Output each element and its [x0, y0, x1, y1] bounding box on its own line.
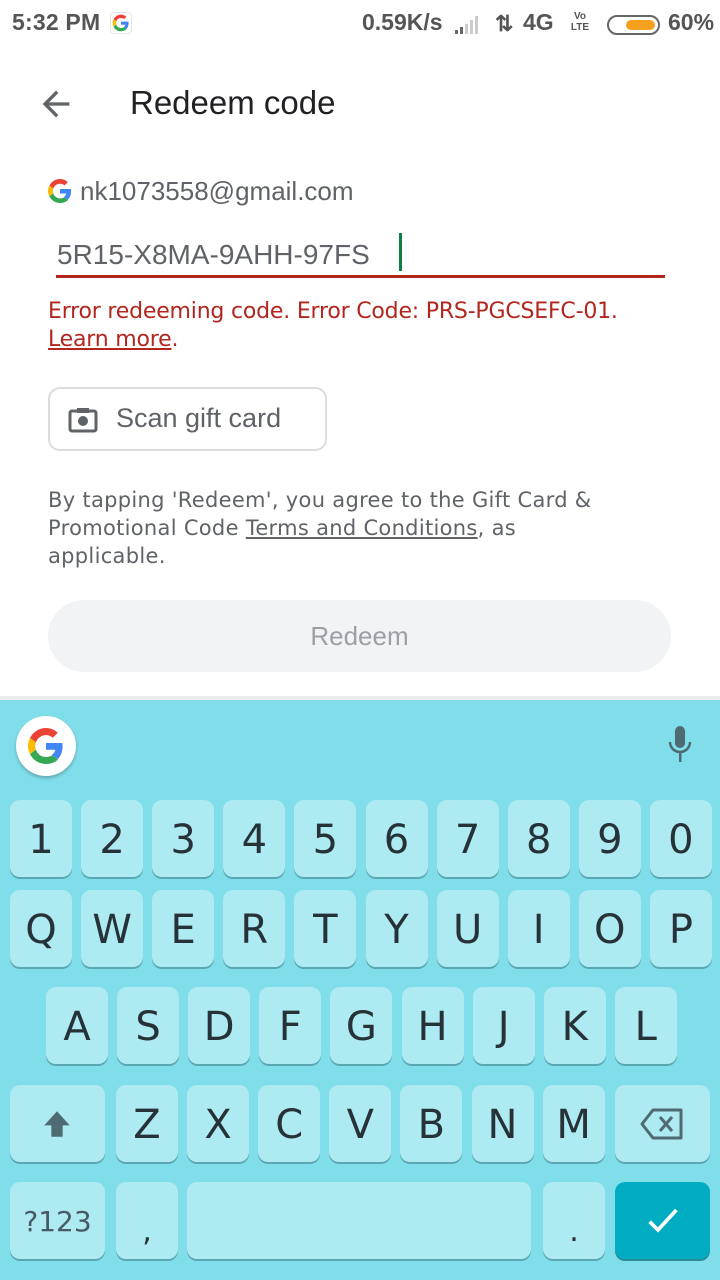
key-5[interactable]: 5 — [294, 800, 357, 877]
learn-more-link[interactable]: Learn more — [48, 327, 172, 352]
google-g-icon — [28, 728, 63, 764]
terms-link[interactable]: Terms and Conditions — [246, 516, 478, 540]
key-b[interactable]: B — [400, 1085, 463, 1162]
volte-icon: Vo LTE — [570, 11, 590, 33]
key-2[interactable]: 2 — [81, 800, 144, 877]
key-8[interactable]: 8 — [507, 800, 570, 877]
arrow-left-icon — [42, 90, 70, 118]
key-l[interactable]: L — [614, 987, 677, 1064]
key-q[interactable]: Q — [10, 890, 72, 967]
key-d[interactable]: D — [188, 987, 251, 1064]
shift-arrow-icon — [44, 1111, 70, 1137]
key-k[interactable]: K — [543, 987, 606, 1064]
key-m[interactable]: M — [542, 1085, 605, 1162]
key-i[interactable]: I — [507, 890, 570, 967]
signal-strength-icon — [455, 16, 478, 34]
text-cursor — [399, 233, 402, 271]
key-1[interactable]: 1 — [10, 800, 72, 877]
key-o[interactable]: O — [578, 890, 641, 967]
key-x[interactable]: X — [187, 1085, 250, 1162]
key-u[interactable]: U — [436, 890, 499, 967]
key-0[interactable]: 0 — [649, 800, 712, 877]
key-p[interactable]: P — [649, 890, 712, 967]
error-text: Error redeeming code. Error Code: PRS-PG… — [48, 299, 618, 324]
google-search-key[interactable] — [16, 716, 76, 776]
key-j[interactable]: J — [472, 987, 535, 1064]
key-a[interactable]: A — [46, 987, 108, 1064]
shift-key[interactable] — [10, 1085, 105, 1162]
space-key[interactable] — [187, 1182, 531, 1259]
google-notification-icon — [110, 12, 132, 34]
key-9[interactable]: 9 — [578, 800, 641, 877]
input-underline — [56, 275, 665, 278]
key-t[interactable]: T — [294, 890, 357, 967]
key-w[interactable]: W — [81, 890, 144, 967]
key-r[interactable]: R — [223, 890, 286, 967]
key-4[interactable]: 4 — [223, 800, 286, 877]
key-c[interactable]: C — [258, 1085, 321, 1162]
google-g-icon — [48, 179, 72, 203]
terms-text: By tapping 'Redeem', you agree to the Gi… — [48, 486, 628, 570]
backspace-icon — [640, 1108, 683, 1140]
keyboard: 1234567890 QWERTYUIOP ASDFGHJKL ZXCVBNM … — [0, 700, 720, 1280]
period-key[interactable]: . — [543, 1182, 605, 1259]
key-6[interactable]: 6 — [365, 800, 428, 877]
data-activity-icon: ⇅ — [495, 11, 514, 36]
error-message: Error redeeming code. Error Code: PRS-PG… — [48, 298, 688, 354]
battery-level — [625, 20, 655, 30]
symbols-key[interactable]: ?123 — [10, 1182, 105, 1259]
key-h[interactable]: H — [401, 987, 464, 1064]
key-n[interactable]: N — [471, 1085, 534, 1162]
camera-icon — [68, 408, 98, 433]
key-y[interactable]: Y — [365, 890, 428, 967]
key-e[interactable]: E — [152, 890, 215, 967]
battery-icon — [607, 15, 660, 35]
page-title: Redeem code — [130, 84, 336, 121]
microphone-icon[interactable] — [664, 724, 696, 764]
error-suffix: . — [171, 327, 179, 352]
scan-gift-card-label: Scan gift card — [116, 403, 282, 433]
back-button[interactable] — [28, 80, 84, 128]
key-v[interactable]: V — [329, 1085, 392, 1162]
key-s[interactable]: S — [117, 987, 180, 1064]
scan-gift-card-button[interactable]: Scan gift card — [48, 387, 327, 451]
network-type: 4G — [523, 9, 554, 35]
key-7[interactable]: 7 — [436, 800, 499, 877]
key-g[interactable]: G — [330, 987, 393, 1064]
redeem-button[interactable]: Redeem — [48, 600, 671, 672]
network-speed: 0.59K/s — [362, 9, 443, 35]
comma-key[interactable]: , — [116, 1182, 178, 1259]
key-3[interactable]: 3 — [152, 800, 215, 877]
status-time: 5:32 PM — [12, 9, 101, 35]
account-email: nk1073558@gmail.com — [80, 176, 354, 206]
key-f[interactable]: F — [259, 987, 322, 1064]
checkmark-icon — [648, 1208, 678, 1233]
redeem-code-input[interactable] — [57, 234, 664, 276]
enter-key[interactable] — [615, 1182, 710, 1259]
key-z[interactable]: Z — [116, 1085, 178, 1162]
backspace-key[interactable] — [615, 1085, 710, 1162]
battery-percent: 60% — [668, 9, 715, 35]
